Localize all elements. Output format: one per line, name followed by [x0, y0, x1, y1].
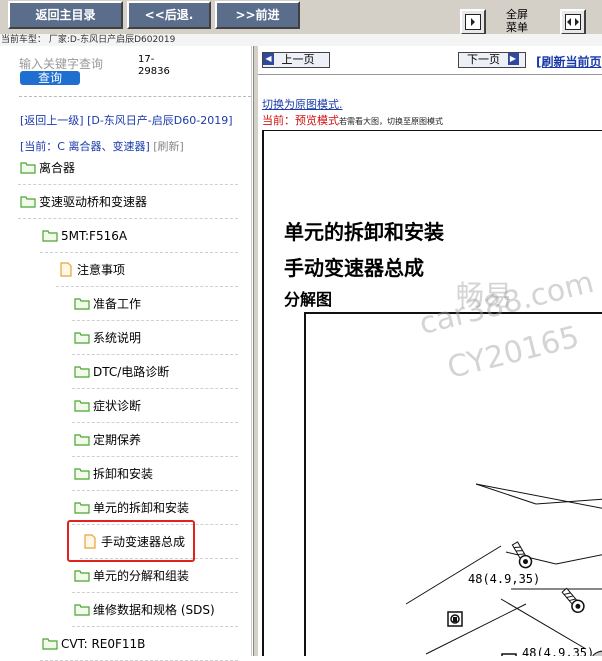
folder-icon — [42, 229, 58, 242]
tree-item-label: 离合器 — [39, 161, 76, 175]
doc-title: 单元的拆卸和安装 — [284, 220, 444, 244]
tree-item[interactable]: 变速驱动桥和变速器 — [20, 190, 147, 214]
divider — [72, 422, 238, 423]
tree-item[interactable]: 离合器 — [20, 156, 75, 180]
tree-item-label: 单元的拆卸和安装 — [93, 501, 190, 515]
selection-highlight — [67, 520, 195, 562]
tree-item[interactable]: 注意事项 — [58, 258, 125, 282]
tree-item[interactable]: 症状诊断 — [74, 394, 141, 418]
folder-icon — [74, 365, 90, 378]
folder-icon — [20, 161, 36, 174]
folder-icon — [74, 331, 90, 344]
folder-icon — [74, 297, 90, 310]
mode-line: 当前：预览模式若需看大图，切换至原图模式 — [262, 112, 443, 128]
tree-item[interactable]: 维修数据和规格 (SDS) — [74, 598, 215, 622]
divider — [72, 592, 238, 593]
tree-item[interactable]: 系统说明 — [74, 326, 141, 350]
document-icon — [60, 261, 72, 277]
tree-item[interactable]: 拆卸和安装 — [74, 462, 153, 486]
folder-icon — [20, 195, 36, 208]
tree-item-label: 5MT:F516A — [61, 229, 128, 243]
tree-item-label: DTC/电路诊断 — [93, 365, 170, 379]
tree-item-label: 维修数据和规格 (SDS) — [93, 603, 215, 617]
folder-icon — [74, 433, 90, 446]
tree-item-label: 注意事项 — [77, 263, 126, 277]
prev-page-button[interactable]: ◀ 上一页 — [262, 52, 330, 68]
search-button[interactable]: 查询 — [20, 71, 80, 85]
torque-icon — [447, 611, 463, 627]
arrow-left-icon: ◀ — [263, 53, 274, 65]
tree-item[interactable]: 5MT:F516A — [42, 224, 127, 248]
tree-item[interactable]: 单元的拆卸和安装 — [74, 496, 189, 520]
current-vehicle-line: 当前车型： 厂家:D-东风日产启辰D602019 — [0, 34, 602, 46]
arrow-right-icon: ▶ — [507, 53, 519, 65]
folder-icon — [42, 637, 58, 650]
doc-section-heading: 分解图 — [284, 290, 333, 309]
divider — [19, 96, 251, 97]
current-section: [当前：C 离合器、变速器] [刷新] — [20, 138, 184, 154]
current-value[interactable]: C 离合器、变速器] — [57, 140, 149, 153]
tree-item-label: CVT: RE0F11B — [61, 637, 146, 651]
mode-value: 预览模式 — [295, 114, 339, 127]
collapse-left-button[interactable] — [460, 9, 486, 35]
refresh-page-link[interactable]: [刷新当前页 — [536, 53, 602, 70]
search-code: 17-29836 — [138, 54, 170, 77]
tree-item-label: 准备工作 — [93, 297, 142, 311]
divider — [258, 74, 602, 75]
divider — [72, 490, 238, 491]
divider — [56, 286, 238, 287]
switch-original-mode-link[interactable]: 切换为原图模式. — [262, 96, 343, 112]
torque-spec-1: 48(4.9,35) — [468, 572, 541, 586]
divider — [72, 354, 238, 355]
left-nav-pane: 17-29836 查询 [返回上一级] [D-东风日产-启辰D60-2019] … — [0, 46, 252, 661]
divider — [18, 184, 238, 185]
tree-item-label: 拆卸和安装 — [93, 467, 154, 481]
folder-icon — [74, 569, 90, 582]
divider — [72, 456, 238, 457]
torque-spec-2: 48(4.9,35) — [522, 646, 595, 656]
tree-item[interactable]: DTC/电路诊断 — [74, 360, 169, 384]
fullscreen-menu-label[interactable]: 全屏 菜单 — [506, 8, 528, 34]
tree-item-label: 定期保养 — [93, 433, 142, 447]
current-prefix: [当前： — [20, 140, 58, 153]
tree-item[interactable]: 准备工作 — [74, 292, 141, 316]
home-button[interactable]: 返回主目录 — [8, 1, 123, 29]
folder-icon — [74, 467, 90, 480]
back-button[interactable]: <<后退. — [127, 1, 211, 29]
tree-item[interactable]: CVT: RE0F11B — [42, 632, 145, 656]
doc-subtitle: 手动变速器总成 — [284, 256, 424, 280]
tree-item-label: 症状诊断 — [93, 399, 142, 413]
mode-prefix: 当前： — [262, 114, 295, 127]
folder-icon — [74, 399, 90, 412]
prev-page-label: 上一页 — [281, 53, 315, 66]
search-input[interactable] — [19, 56, 137, 72]
fullscreen-label-line2: 菜单 — [506, 21, 528, 34]
mode-hint: 若需看大图，切换至原图模式 — [339, 117, 443, 126]
tree-item[interactable]: 单元的分解和组装 — [74, 564, 189, 588]
back-up-level-link[interactable]: [返回上一级] [D-东风日产-启辰D60-2019] — [20, 115, 245, 126]
tree-item-label: 单元的分解和组装 — [93, 569, 190, 583]
fullscreen-label-line1: 全屏 — [506, 8, 528, 21]
divider — [40, 252, 238, 253]
tree-item-label: 系统说明 — [93, 331, 142, 345]
tree-item[interactable]: 定期保养 — [74, 428, 141, 452]
next-page-button[interactable]: 下一页 ▶ — [458, 52, 526, 68]
divider — [72, 388, 238, 389]
folder-icon — [74, 501, 90, 514]
divider — [72, 320, 238, 321]
folder-icon — [74, 603, 90, 616]
divider — [72, 626, 238, 627]
tree-item-label: 变速驱动桥和变速器 — [39, 195, 148, 209]
content-pane: ◀ 上一页 下一页 ▶ [刷新当前页 切换为原图模式. 当前：预览模式若需看大图… — [258, 46, 602, 656]
divider — [18, 218, 238, 219]
next-page-label: 下一页 — [467, 53, 500, 66]
forward-button[interactable]: >>前进 — [215, 1, 300, 29]
split-view-button[interactable] — [560, 9, 586, 35]
top-toolbar: 返回主目录 <<后退. >>前进 全屏 菜单 — [0, 0, 602, 35]
refresh-link[interactable]: [刷新] — [153, 140, 184, 153]
split-arrows-icon — [565, 14, 581, 30]
panel-right-icon — [465, 14, 481, 30]
